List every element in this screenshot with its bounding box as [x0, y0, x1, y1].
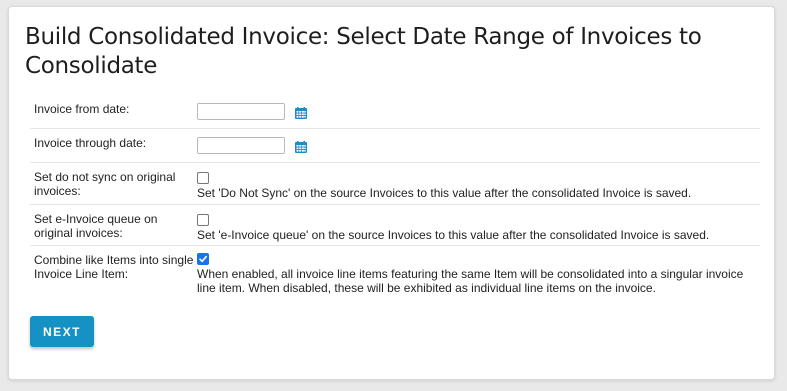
do-not-sync-label: Set do not sync on original invoices:: [34, 170, 176, 198]
combine-items-label: Combine like Items into single Invoice L…: [34, 253, 194, 281]
combine-items-row: Combine like Items into single Invoice L…: [30, 246, 760, 303]
combine-items-help: When enabled, all invoice line items fea…: [197, 267, 744, 295]
calendar-icon[interactable]: [295, 140, 308, 153]
calendar-icon[interactable]: [295, 106, 308, 119]
from-date-input[interactable]: [197, 103, 285, 121]
from-date-field: [197, 95, 760, 128]
through-date-field: [197, 129, 760, 162]
next-button[interactable]: NEXT: [30, 316, 94, 347]
combine-items-field: When enabled, all invoice line items fea…: [197, 246, 760, 303]
einvoice-queue-label: Set e-Invoice queue on original invoices…: [34, 212, 158, 240]
through-date-label: Invoice through date:: [34, 136, 147, 150]
einvoice-queue-checkbox[interactable]: [197, 214, 209, 226]
consolidate-form: Invoice from date: Invoice through date:…: [30, 95, 760, 303]
combine-items-checkbox[interactable]: [197, 253, 209, 265]
through-date-input[interactable]: [197, 137, 285, 155]
do-not-sync-checkbox[interactable]: [197, 172, 209, 184]
do-not-sync-field: Set 'Do Not Sync' on the source Invoices…: [197, 163, 760, 204]
page-title: Build Consolidated Invoice: Select Date …: [25, 24, 702, 79]
from-date-row: Invoice from date:: [30, 95, 760, 129]
einvoice-queue-row: Set e-Invoice queue on original invoices…: [30, 205, 760, 246]
through-date-row: Invoice through date:: [30, 129, 760, 163]
einvoice-queue-field: Set 'e-Invoice queue' on the source Invo…: [197, 205, 760, 245]
form-card: Build Consolidated Invoice: Select Date …: [8, 6, 775, 380]
from-date-label: Invoice from date:: [34, 102, 130, 116]
checkmark-icon: [199, 255, 207, 263]
do-not-sync-row: Set do not sync on original invoices: Se…: [30, 163, 760, 205]
do-not-sync-help: Set 'Do Not Sync' on the source Invoices…: [197, 186, 692, 200]
einvoice-queue-help: Set 'e-Invoice queue' on the source Invo…: [197, 228, 710, 242]
